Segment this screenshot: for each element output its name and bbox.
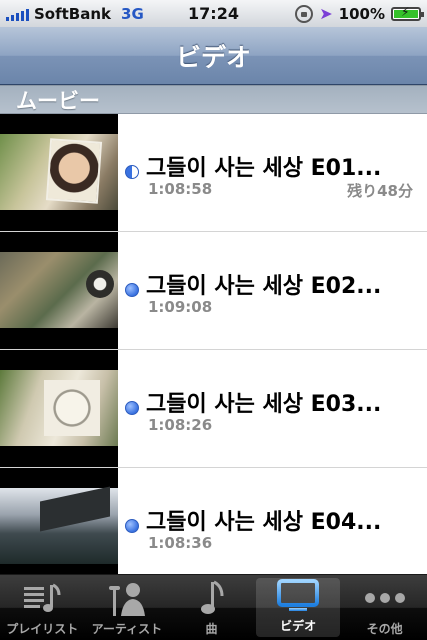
tab-label: プレイリスト xyxy=(6,622,79,636)
network-type: 3G xyxy=(121,4,144,23)
unwatched-icon xyxy=(125,519,139,533)
section-header: ムービー xyxy=(0,85,427,114)
rotation-lock-icon xyxy=(295,4,314,23)
video-thumbnail xyxy=(0,468,118,574)
video-thumbnail xyxy=(0,350,118,467)
carrier-name: SoftBank xyxy=(34,4,112,23)
page-title: ビデオ xyxy=(175,42,251,72)
more-icon xyxy=(364,593,405,603)
video-title: 그들이 사는 세상 E01... xyxy=(146,156,382,181)
tab-bar: プレイリスト アーティスト 曲 ビデオ その他 xyxy=(0,574,427,640)
tab-more[interactable]: その他 xyxy=(342,575,427,640)
list-item[interactable]: 그들이 사는 세상 E02... 1:09:08 xyxy=(0,232,427,350)
partially-watched-icon xyxy=(125,165,139,179)
battery-percent: 100% xyxy=(338,4,385,23)
video-title: 그들이 사는 세상 E03... xyxy=(146,392,382,417)
video-title: 그들이 사는 세상 E04... xyxy=(146,510,382,535)
battery-icon: ⚡ xyxy=(391,5,424,21)
tab-label: アーティスト xyxy=(91,622,163,636)
music-note-icon xyxy=(201,580,224,614)
unwatched-icon xyxy=(125,401,139,415)
location-arrow-icon: ➤ xyxy=(319,3,333,23)
video-duration: 1:09:08 xyxy=(148,298,213,316)
tab-label: ビデオ xyxy=(280,619,317,633)
list-item[interactable]: 그들이 사는 세상 E04... 1:08:36 xyxy=(0,468,427,574)
unwatched-icon xyxy=(125,283,139,297)
video-thumbnail xyxy=(0,114,118,231)
navigation-bar: ビデオ xyxy=(0,27,427,85)
artist-icon xyxy=(108,583,145,616)
playlist-icon xyxy=(24,583,61,612)
video-thumbnail xyxy=(0,232,118,349)
tab-playlists[interactable]: プレイリスト xyxy=(0,575,85,640)
signal-strength-icon xyxy=(6,7,29,21)
section-title: ムービー xyxy=(16,88,100,113)
tab-songs[interactable]: 曲 xyxy=(169,575,254,640)
list-item[interactable]: 그들이 사는 세상 E03... 1:08:26 xyxy=(0,350,427,468)
status-bar: SoftBank 3G 17:24 ➤ 100% ⚡ xyxy=(0,0,427,27)
tab-label: 曲 xyxy=(205,622,218,636)
list-item[interactable]: 그들이 사는 세상 E01... 1:08:58 残り48分 xyxy=(0,114,427,232)
movie-list[interactable]: 그들이 사는 세상 E01... 1:08:58 残り48分 그들이 사는 세상… xyxy=(0,114,427,574)
tab-videos[interactable]: ビデオ xyxy=(255,578,341,637)
video-duration: 1:08:26 xyxy=(148,416,213,434)
video-title: 그들이 사는 세상 E02... xyxy=(146,274,382,299)
tv-icon xyxy=(277,578,320,611)
time-remaining: 残り48分 xyxy=(347,182,413,200)
tab-artists[interactable]: アーティスト xyxy=(85,575,170,640)
tab-label: その他 xyxy=(366,622,403,636)
video-duration: 1:08:58 xyxy=(148,180,213,198)
video-duration: 1:08:36 xyxy=(148,534,213,552)
